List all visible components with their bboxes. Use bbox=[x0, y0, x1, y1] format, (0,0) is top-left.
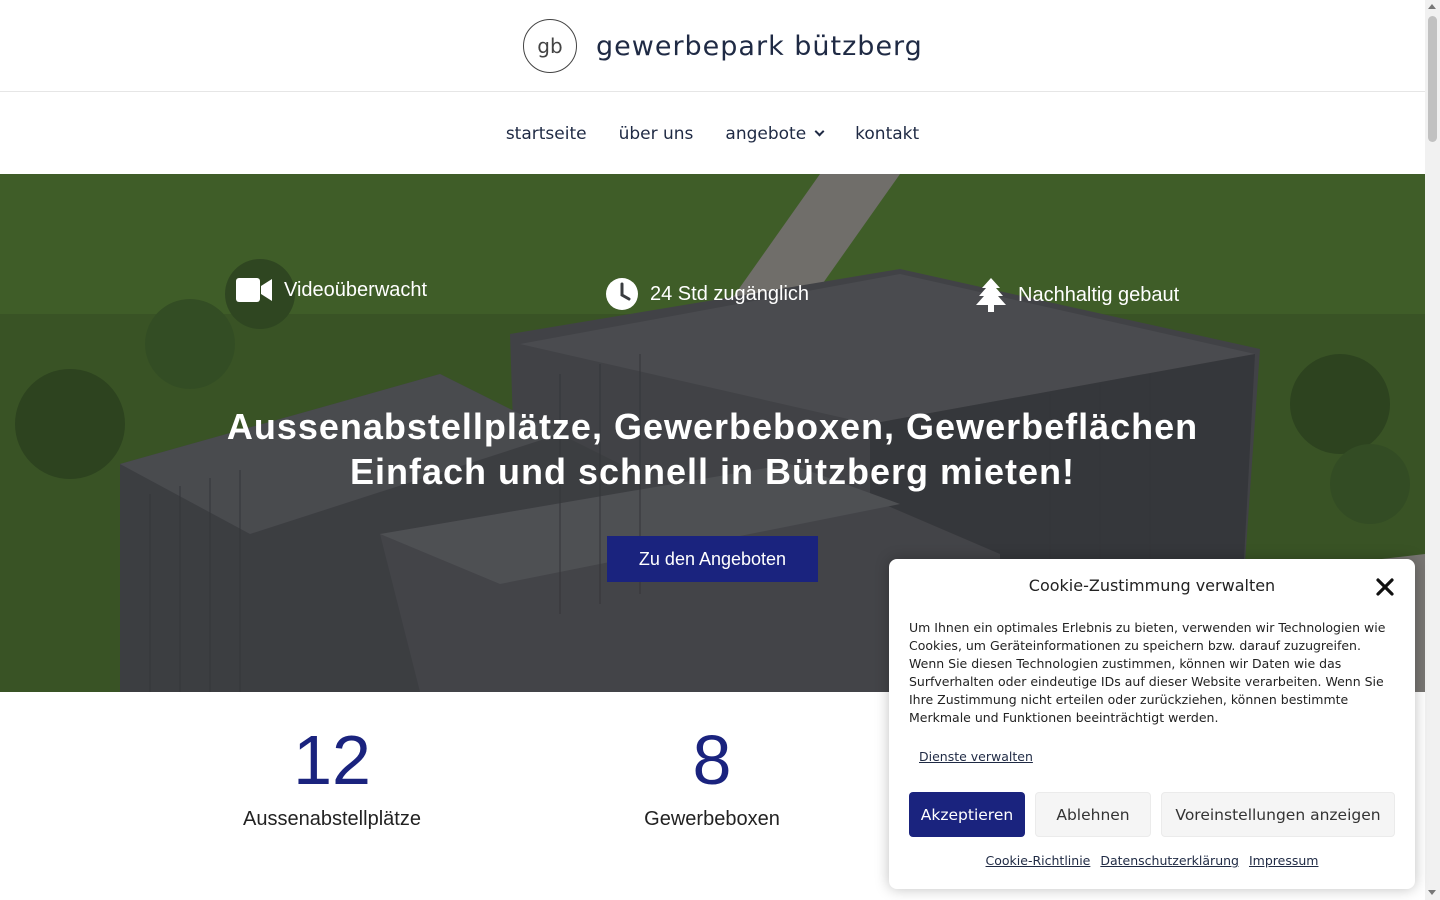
view-preferences-button[interactable]: Voreinstellungen anzeigen bbox=[1161, 792, 1395, 837]
site-header: gb gewerbepark bützberg bbox=[0, 0, 1425, 92]
scrollbar-thumb[interactable] bbox=[1428, 16, 1437, 142]
clock-icon bbox=[606, 278, 638, 310]
page-scrollbar[interactable] bbox=[1425, 0, 1440, 900]
cookie-consent-dialog: Cookie-Zustimmung verwalten Um Ihnen ein… bbox=[889, 559, 1415, 889]
counter-label: Gewerbeboxen bbox=[644, 808, 780, 830]
feature-access: 24 Std zugänglich bbox=[606, 278, 809, 310]
feature-sustainable: Nachhaltig gebaut bbox=[976, 278, 1179, 312]
scroll-up-arrow-icon[interactable] bbox=[1428, 4, 1436, 9]
counter-outdoor-spaces: 12 Aussenabstellplätze bbox=[182, 720, 482, 831]
nav-item-ueber-uns[interactable]: über uns bbox=[619, 124, 694, 144]
feature-video: Videoüberwacht bbox=[236, 278, 427, 302]
nav-item-kontakt[interactable]: kontakt bbox=[855, 124, 919, 144]
accept-button[interactable]: Akzeptieren bbox=[909, 792, 1025, 837]
logo-icon: gb bbox=[523, 19, 577, 73]
nav-item-angebote[interactable]: angebote bbox=[725, 123, 825, 144]
nav-item-startseite[interactable]: startseite bbox=[506, 124, 587, 144]
counter-label: Aussenabstellplätze bbox=[243, 808, 421, 830]
scroll-down-arrow-icon[interactable] bbox=[1428, 890, 1436, 895]
deny-button[interactable]: Ablehnen bbox=[1035, 792, 1151, 837]
video-camera-icon bbox=[236, 278, 272, 302]
feature-label: Nachhaltig gebaut bbox=[1018, 283, 1180, 306]
tree-icon bbox=[976, 278, 1006, 312]
nav-list: startseite über uns angebote kontakt bbox=[0, 93, 1425, 174]
feature-label: Videoüberwacht bbox=[284, 278, 428, 301]
site-name[interactable]: gewerbepark bützberg bbox=[596, 31, 923, 62]
feature-label: 24 Std zugänglich bbox=[650, 282, 810, 305]
nav-label: startseite bbox=[505, 123, 587, 144]
main-navigation: startseite über uns angebote kontakt bbox=[0, 93, 1425, 174]
nav-label: über uns bbox=[618, 123, 694, 144]
nav-label: angebote bbox=[725, 123, 807, 144]
headline-line-1: Aussenabstellplätze, Gewerbeboxen, Gewer… bbox=[226, 406, 1199, 447]
offers-cta-button[interactable]: Zu den Angeboten bbox=[607, 536, 818, 582]
cookie-policy-link[interactable]: Cookie-Richtlinie bbox=[986, 853, 1091, 868]
brand-link[interactable]: gb gewerbepark bützberg bbox=[522, 18, 923, 74]
privacy-policy-link[interactable]: Datenschutzerklärung bbox=[1100, 853, 1239, 868]
manage-services-link[interactable]: Dienste verwalten bbox=[919, 749, 1033, 764]
chevron-down-icon bbox=[814, 126, 825, 136]
nav-label: kontakt bbox=[855, 123, 920, 144]
cookie-footer-links: Cookie-Richtlinie Datenschutzerklärung I… bbox=[889, 853, 1415, 868]
cookie-message: Um Ihnen ein optimales Erlebnis zu biete… bbox=[909, 620, 1386, 725]
imprint-link[interactable]: Impressum bbox=[1249, 853, 1318, 868]
svg-text:gb: gb bbox=[537, 34, 562, 58]
counter-value: 8 bbox=[692, 721, 732, 799]
headline-line-2: Einfach und schnell in Bützberg mieten! bbox=[349, 451, 1076, 492]
cookie-title: Cookie-Zustimmung verwalten bbox=[1028, 576, 1276, 595]
counter-value: 12 bbox=[293, 721, 371, 799]
counter-boxes: 8 Gewerbeboxen bbox=[562, 720, 862, 831]
close-icon[interactable] bbox=[1374, 576, 1396, 598]
hero-headline: Aussenabstellplätze, Gewerbeboxen, Gewer… bbox=[0, 404, 1425, 494]
